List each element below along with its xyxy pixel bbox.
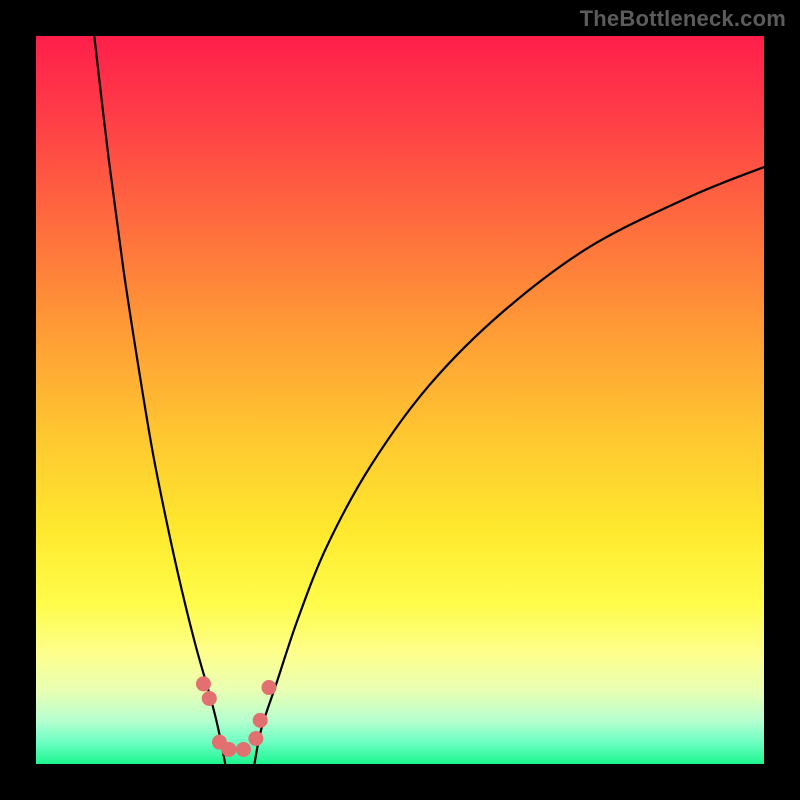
watermark-text: TheBottleneck.com [580, 6, 786, 32]
chart-frame: TheBottleneck.com [0, 0, 800, 800]
marker-dot [248, 731, 263, 746]
chart-svg [36, 36, 764, 764]
marker-dots [196, 676, 277, 757]
marker-dot [202, 691, 217, 706]
marker-dot [253, 713, 268, 728]
marker-dot [196, 676, 211, 691]
marker-dot [236, 742, 251, 757]
marker-dot [221, 742, 236, 757]
curve-right [254, 167, 764, 764]
plot-area [36, 36, 764, 764]
curve-left [94, 36, 225, 764]
marker-dot [261, 680, 276, 695]
